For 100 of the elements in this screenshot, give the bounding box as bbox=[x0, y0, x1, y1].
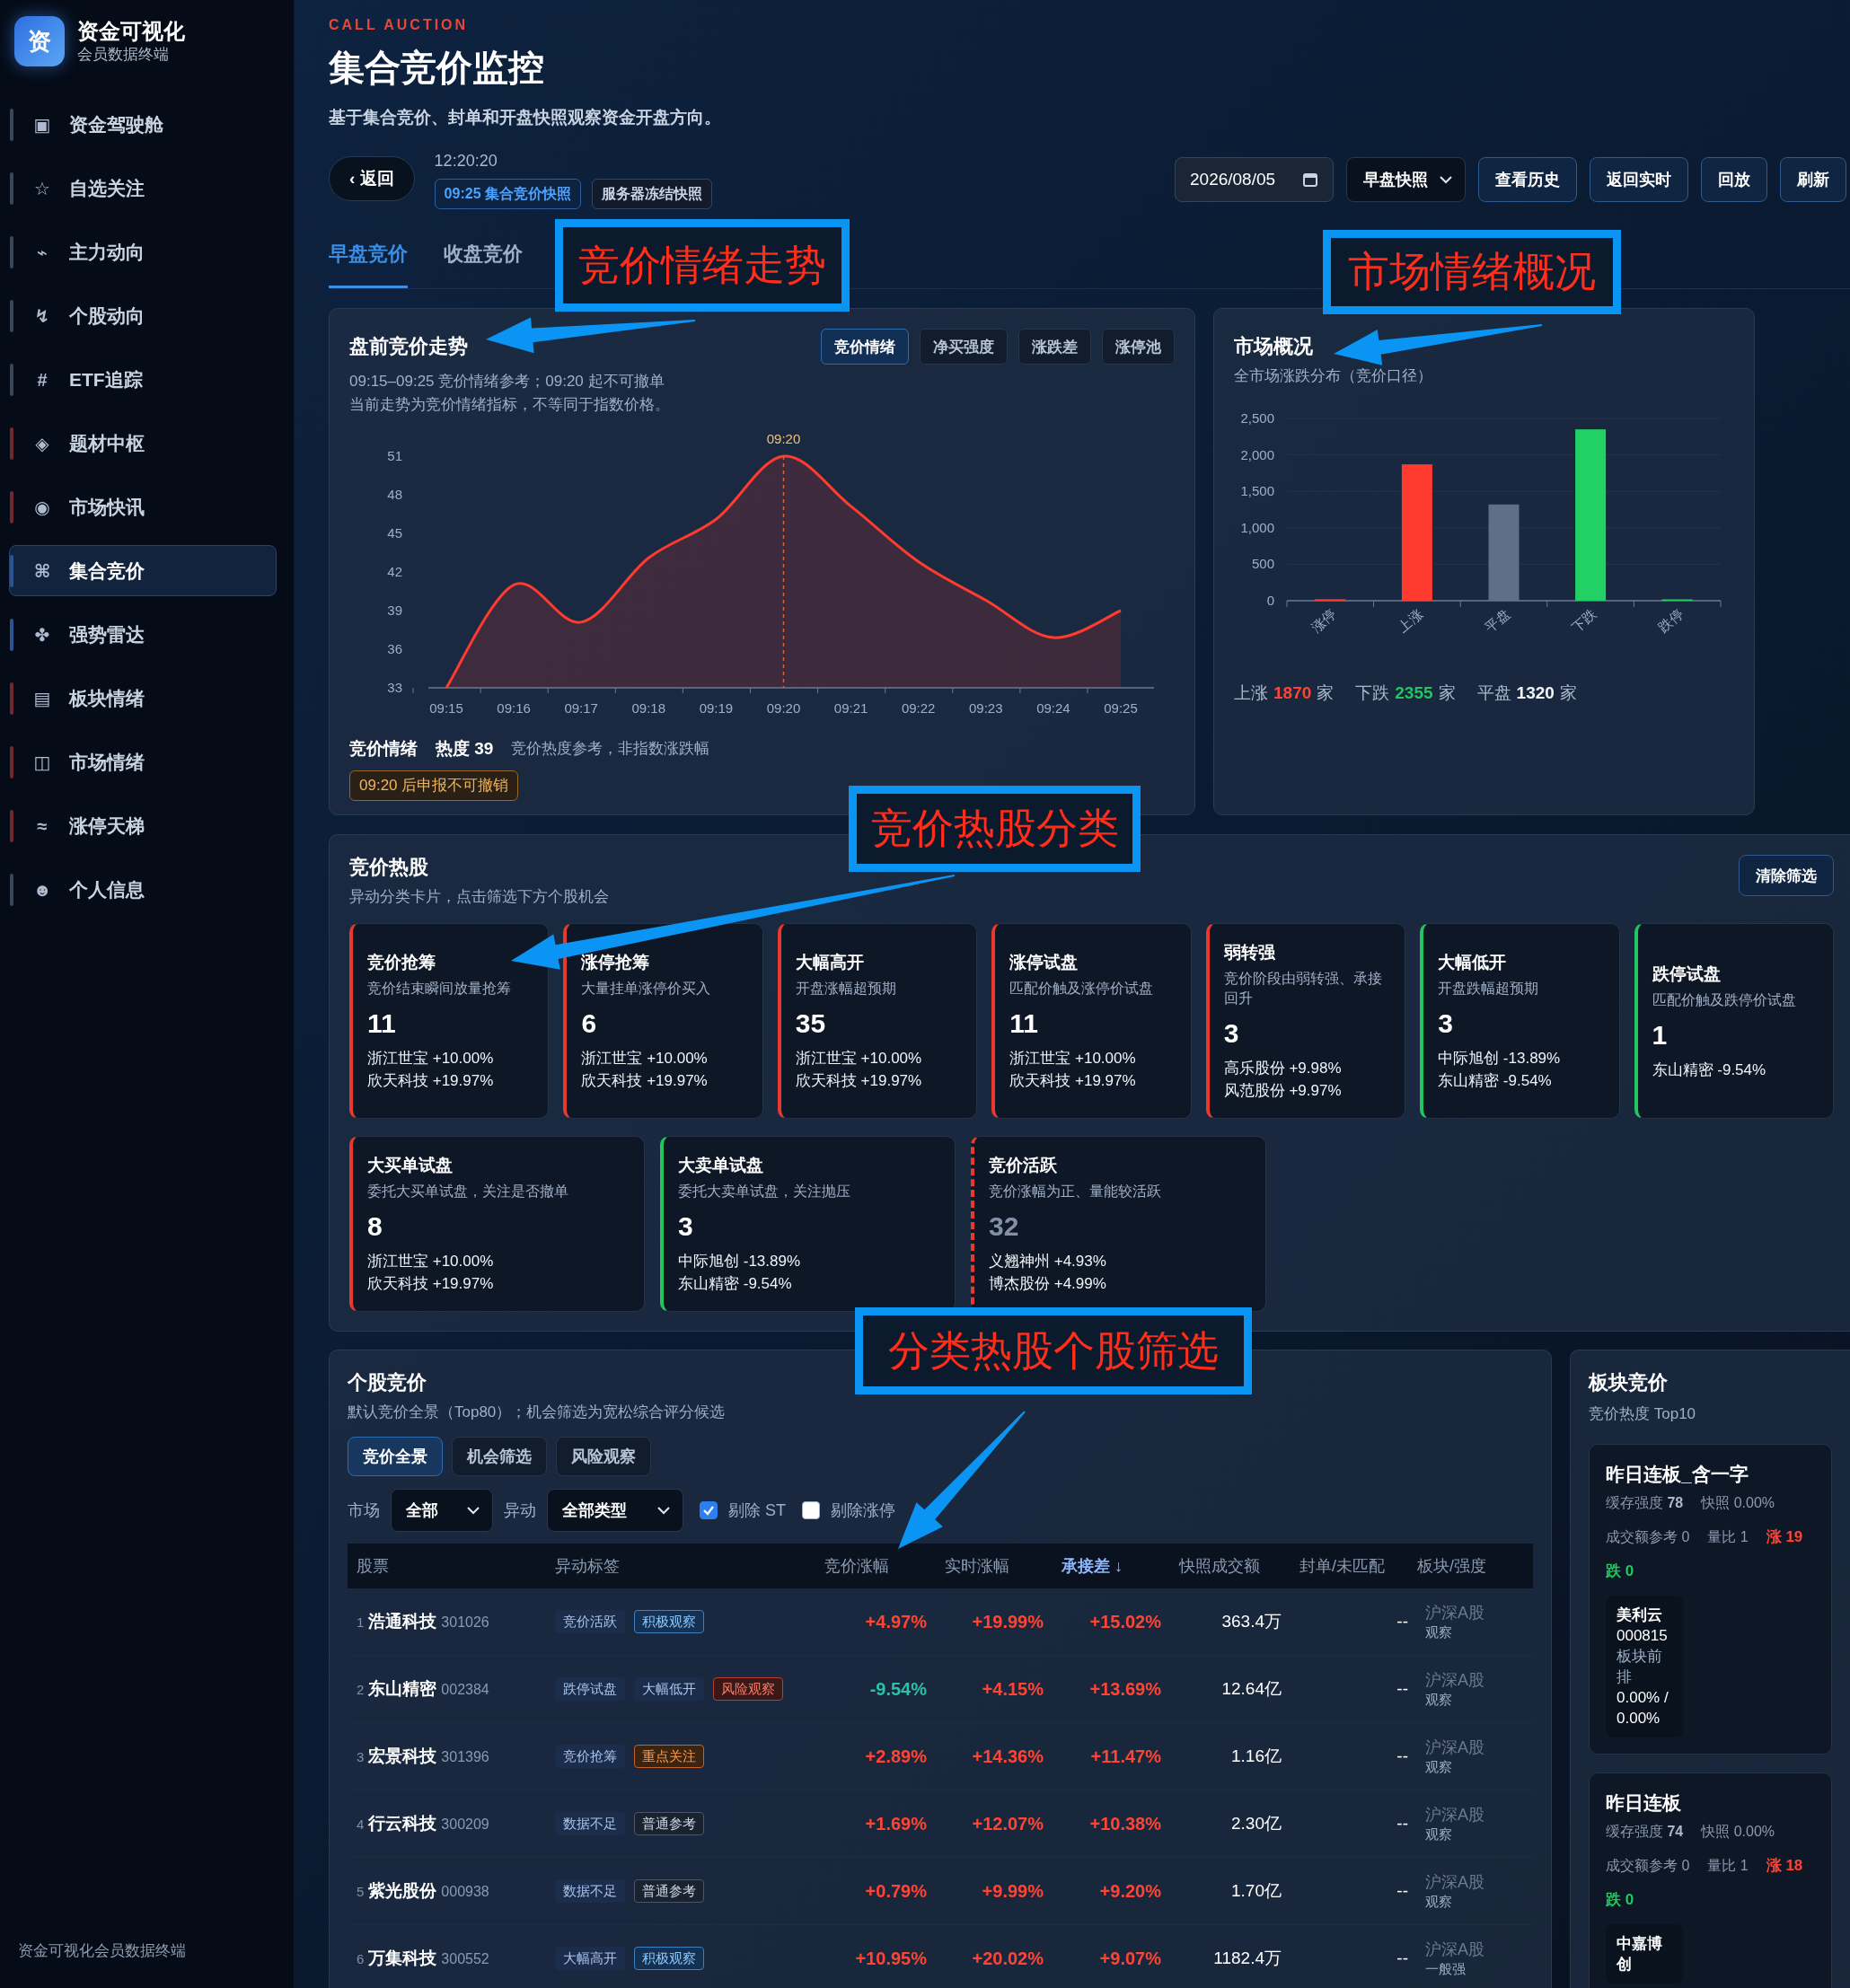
filter-select[interactable]: 全部类型 bbox=[547, 1489, 683, 1532]
list-icon: ▤ bbox=[31, 687, 53, 709]
clover-icon: ✤ bbox=[31, 623, 53, 646]
axis-label: 09:18 bbox=[631, 700, 666, 716]
stock-line: 东山精密 -9.54% bbox=[1652, 1060, 1767, 1080]
column-header[interactable]: 异动标签 bbox=[546, 1555, 806, 1577]
snapshot-select[interactable]: 早盘快照 bbox=[1346, 157, 1466, 202]
axis-label: 上涨 bbox=[1395, 605, 1426, 635]
tag: 大幅高开 bbox=[555, 1947, 625, 1970]
view-tab[interactable]: 风险观察 bbox=[556, 1437, 651, 1476]
checkbox[interactable] bbox=[802, 1501, 820, 1519]
nav-item[interactable]: ▣ 资金驾驶舱 bbox=[9, 99, 277, 150]
column-header[interactable]: 封单/未匹配 bbox=[1282, 1555, 1408, 1577]
strength-label: 观察 bbox=[1425, 1691, 1453, 1709]
snapshot-chip[interactable]: 服务器冻结快照 bbox=[592, 179, 712, 209]
stock-line: 浙江世宝 +10.00% bbox=[1009, 1049, 1137, 1069]
category-card[interactable]: 大买单试盘 委托大买单试盘，关注是否撤单 8 浙江世宝 +10.00% 欣天科技 +19.97% bbox=[349, 1136, 645, 1312]
nav-item[interactable]: ✤ 强势雷达 bbox=[9, 609, 277, 660]
snapshot-chip[interactable]: 09:25 集合竞价快照 bbox=[434, 179, 581, 209]
back-button[interactable]: ‹ 返回 bbox=[329, 156, 415, 201]
chart-tab[interactable]: 竞价情绪 bbox=[821, 329, 909, 365]
toolbar-button[interactable]: 返回实时 bbox=[1590, 157, 1688, 202]
tag: 积极观察 bbox=[634, 1610, 704, 1633]
stock-name: 万集科技 bbox=[368, 1948, 437, 1969]
toolbar-button[interactable]: 回放 bbox=[1701, 157, 1767, 202]
columns-icon: ◫ bbox=[31, 751, 53, 773]
nav-item[interactable]: ⌁ 主力动向 bbox=[9, 226, 277, 277]
row-number: 4 bbox=[357, 1816, 365, 1832]
nav-item[interactable]: ▤ 板块情绪 bbox=[9, 673, 277, 724]
snapshot-time: 12:20:20 bbox=[434, 151, 498, 172]
stock-line: 欣天科技 +19.97% bbox=[795, 1071, 923, 1091]
page-title: 集合竞价监控 bbox=[329, 47, 545, 89]
logo-icon: 资 bbox=[14, 16, 65, 66]
chart-tab[interactable]: 涨跌差 bbox=[1018, 329, 1091, 365]
stock-code: 300209 bbox=[441, 1816, 489, 1833]
nav-item[interactable]: ◈ 题材中枢 bbox=[9, 418, 277, 469]
filter-select[interactable]: 全部 bbox=[391, 1489, 493, 1532]
nav-item[interactable]: ◫ 市场情绪 bbox=[9, 736, 277, 787]
table-cell-text: -- bbox=[1396, 1746, 1408, 1766]
stock-code: 300552 bbox=[441, 1951, 489, 1967]
category-card[interactable]: 竞价活跃 竞价涨幅为正、量能较活跃 32 义翘神州 +4.93% 博杰股份 +4.99% bbox=[971, 1136, 1266, 1312]
axis-label: 51 bbox=[387, 448, 402, 463]
chart-tab[interactable]: 涨停池 bbox=[1102, 329, 1175, 365]
tag: 普通参考 bbox=[634, 1812, 704, 1835]
clear-filter-button[interactable]: 清除筛选 bbox=[1739, 855, 1834, 896]
card-note: 当前走势为竞价情绪指标，不等同于指数价格。 bbox=[349, 395, 671, 415]
axis-label: 1,000 bbox=[1240, 519, 1274, 535]
card-title: 竞价抢筹 bbox=[367, 952, 436, 973]
category-card[interactable]: 涨停抢筹 大量挂单涨停价买入 6 浙江世宝 +10.00% 欣天科技 +19.97% bbox=[563, 923, 763, 1119]
nav-item[interactable]: ◉ 市场快讯 bbox=[9, 481, 277, 532]
table-cell-text: -- bbox=[1396, 1679, 1408, 1699]
date-field[interactable]: 2026/08/05 bbox=[1175, 157, 1334, 202]
wave-icon: ≈ bbox=[31, 814, 53, 837]
toolbar-button[interactable]: 查看历史 bbox=[1478, 157, 1577, 202]
checkbox[interactable] bbox=[700, 1501, 718, 1519]
square-icon: ▣ bbox=[31, 113, 53, 136]
stat-unit: 家 bbox=[1317, 682, 1335, 704]
column-header[interactable]: 快照成交额 bbox=[1161, 1555, 1282, 1577]
view-tab[interactable]: 机会筛选 bbox=[452, 1437, 547, 1476]
table-cell-text: +12.07% bbox=[971, 1813, 1044, 1834]
category-card[interactable]: 大幅高开 开盘涨幅超预期 35 浙江世宝 +10.00% 欣天科技 +19.97% bbox=[777, 923, 978, 1119]
metric-label: 竞价情绪 bbox=[349, 738, 418, 760]
axis-label: 09:16 bbox=[497, 700, 531, 716]
sector-stat: 跌 0 bbox=[1606, 1890, 1634, 1910]
nav-item[interactable]: ⌘ 集合竞价 bbox=[9, 545, 277, 596]
nav-item[interactable]: ☻ 个人信息 bbox=[9, 864, 277, 915]
category-card[interactable]: 大幅低开 开盘跌幅超预期 3 中际旭创 -13.89% 东山精密 -9.54% bbox=[1420, 923, 1620, 1119]
sector-stat: 缓存强度 74 bbox=[1606, 1823, 1684, 1841]
tab[interactable]: 早盘竞价 bbox=[329, 228, 408, 288]
card-title: 大买单试盘 bbox=[367, 1155, 454, 1176]
stock-chip[interactable]: 美利云 000815 板块前排 0.00% / 0.00% bbox=[1606, 1596, 1683, 1737]
column-header[interactable]: 实时涨幅 bbox=[927, 1555, 1044, 1577]
view-tab[interactable]: 竞价全景 bbox=[348, 1437, 443, 1476]
sector-stat: 涨 19 bbox=[1766, 1527, 1803, 1547]
row-number: 3 bbox=[357, 1749, 365, 1764]
column-header[interactable]: 板块/强度 bbox=[1408, 1555, 1533, 1577]
stock-chip[interactable]: 中嘉博创 bbox=[1606, 1924, 1683, 1984]
chart-tab[interactable]: 净买强度 bbox=[920, 329, 1008, 365]
nav-item[interactable]: ≈ 涨停天梯 bbox=[9, 800, 277, 851]
category-card[interactable]: 跌停试盘 匹配价触及跌停价试盘 1 东山精密 -9.54% bbox=[1634, 923, 1834, 1119]
circle-icon: ◉ bbox=[31, 496, 53, 518]
nav-item[interactable]: # ETF追踪 bbox=[9, 354, 277, 405]
category-card[interactable]: 竞价抢筹 竞价结束瞬间放量抢筹 11 浙江世宝 +10.00% 欣天科技 +19.97% bbox=[349, 923, 550, 1119]
nav-item[interactable]: ↯ 个股动向 bbox=[9, 290, 277, 341]
axis-label: 09:15 bbox=[429, 700, 463, 716]
stock-line: 欣天科技 +19.97% bbox=[581, 1071, 709, 1091]
toolbar-button[interactable]: 刷新 bbox=[1780, 157, 1846, 202]
column-header[interactable]: 竞价涨幅 bbox=[806, 1555, 927, 1577]
axis-label: 涨停 bbox=[1308, 605, 1339, 635]
tag: 积极观察 bbox=[634, 1947, 704, 1970]
stock-line: 欣天科技 +19.97% bbox=[1009, 1071, 1137, 1091]
stock-line: 东山精密 -9.54% bbox=[1438, 1071, 1553, 1091]
filter-label: 市场 bbox=[348, 1500, 380, 1521]
column-header[interactable]: 承接差 ↓ bbox=[1044, 1555, 1161, 1577]
tab[interactable]: 收盘竞价 bbox=[444, 228, 523, 288]
nav-item[interactable]: ☆ 自选关注 bbox=[9, 163, 277, 214]
category-card[interactable]: 大卖单试盘 委托大卖单试盘，关注抛压 3 中际旭创 -13.89% 东山精密 -9.54% bbox=[660, 1136, 956, 1312]
category-card[interactable]: 弱转强 竞价阶段由弱转强、承接回升 3 高乐股份 +9.98% 风范股份 +9.97% bbox=[1205, 923, 1406, 1119]
category-card[interactable]: 涨停试盘 匹配价触及涨停价试盘 11 浙江世宝 +10.00% 欣天科技 +19.97% bbox=[991, 923, 1192, 1119]
column-header[interactable]: 股票 bbox=[348, 1555, 546, 1577]
